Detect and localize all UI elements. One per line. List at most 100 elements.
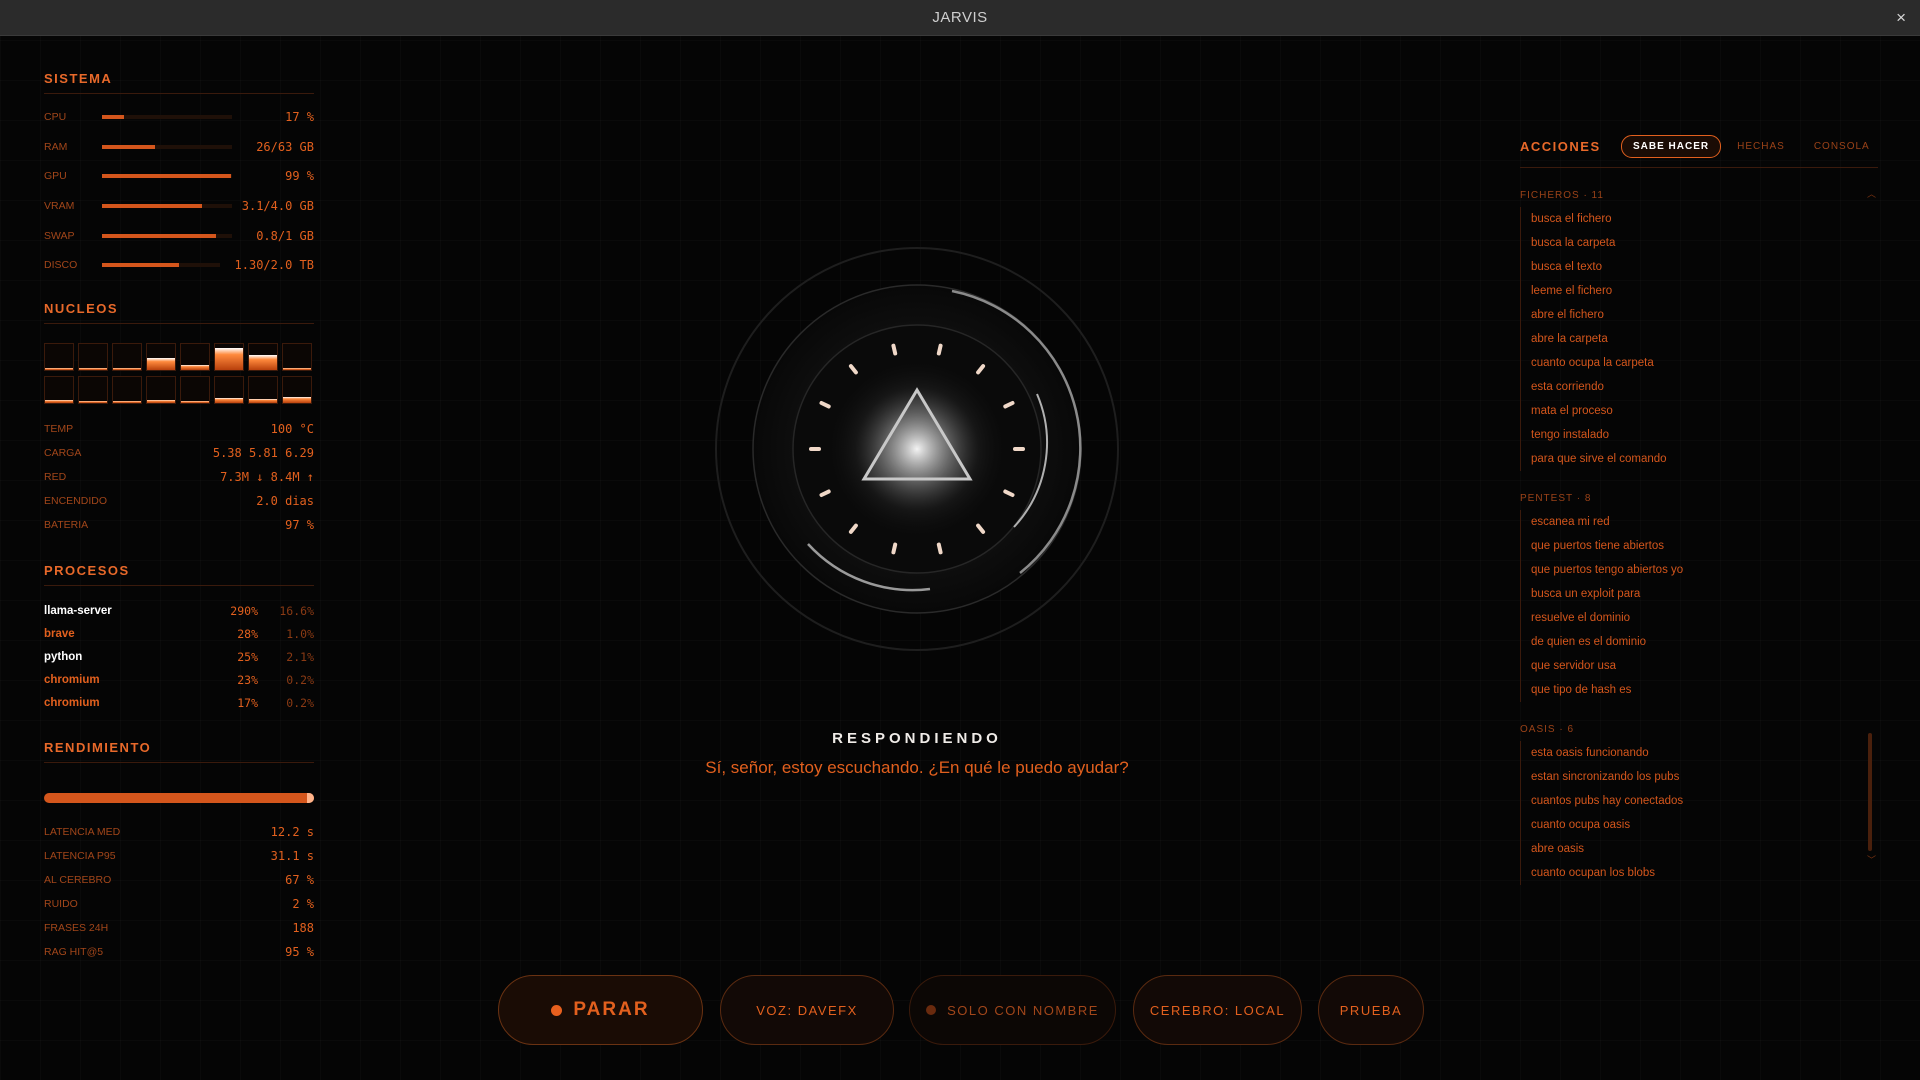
stat-row: ENCENDIDO 2.0 dias [44,489,314,513]
action-item[interactable]: de quien es el dominio [1531,630,1878,654]
voice-button[interactable]: VOZ: DAVEFX [720,975,894,1045]
action-item[interactable]: escanea mi red [1531,510,1878,534]
action-item[interactable]: cuanto ocupan los blobs [1531,861,1878,885]
core-load-fill [113,400,141,404]
metric-bar-fill [102,114,125,119]
process-row[interactable]: brave 28% 1.0% [44,622,314,645]
process-mem: 0.2% [286,695,314,710]
action-item[interactable]: cuanto ocupa oasis [1531,813,1878,837]
metric-value: 0.8/1 GB [256,228,314,243]
record-dot-icon [551,1004,563,1016]
action-group-title: PENTEST · 8 [1520,493,1592,504]
brain-button[interactable]: CEREBRO: LOCAL [1133,975,1302,1045]
action-item[interactable]: que servidor usa [1531,654,1878,678]
chevron-up-icon[interactable]: ︿ [1867,187,1876,200]
action-item[interactable]: busca un exploit para [1531,582,1878,606]
test-button[interactable]: PRUEBA [1318,975,1424,1045]
metric-bar-fill [102,263,179,268]
brain-button-label: CEREBRO: LOCAL [1149,1002,1286,1018]
core-load-fill [147,400,175,404]
process-mem: 0.2% [286,672,314,687]
metric-bar-fill [102,174,231,179]
action-item[interactable]: abre el fichero [1531,303,1878,327]
action-item[interactable]: esta oasis funcionando [1531,741,1878,765]
core-cell [112,343,142,372]
action-item[interactable]: para que sirve el comando [1531,447,1878,471]
orb-tick [891,343,898,356]
core-cell [112,376,142,405]
action-item[interactable]: abre oasis [1531,837,1878,861]
action-item[interactable]: esta corriendo [1531,375,1878,399]
action-item[interactable]: abre la carpeta [1531,327,1878,351]
stat-label: ENCENDIDO [44,495,108,508]
action-item[interactable]: resuelve el dominio [1531,606,1878,630]
action-item[interactable]: que puertos tengo abiertos yo [1531,558,1878,582]
stat-value: 12.2 s [270,825,314,840]
scrollbar[interactable] [1868,733,1872,851]
stat-row: AL CEREBRO 67 % [44,868,314,892]
chevron-down-icon[interactable]: ﹀ [1867,853,1876,866]
stop-button-label: PARAR [573,999,650,1020]
process-name: python [44,650,83,663]
action-item[interactable]: busca el texto [1531,255,1878,279]
core-cell [282,343,312,372]
process-name: chromium [44,696,100,709]
action-group-items: busca el fichero busca la carpeta busca el… [1520,207,1878,471]
name-only-toggle[interactable]: SOLO CON NOMBRE [909,975,1116,1045]
core-load-fill [45,400,73,404]
process-cpu: 28% [237,626,258,641]
metric-value: 1.30/2.0 TB [234,258,314,273]
metric-bar [102,203,232,208]
metric-label: RAM [44,140,68,153]
stat-value: 100 °C [270,422,314,437]
stop-button[interactable]: PARAR [498,975,703,1045]
stat-row: LATENCIA MED 12.2 s [44,820,314,844]
core-load-fill [113,367,141,371]
rendimiento-heading: RENDIMIENTO [44,740,314,764]
stat-row: RED 7.3M ↓ 8.4M ↑ [44,465,314,489]
action-groups: FICHEROS · 11 busca el fichero busca la ca… [1520,190,1878,885]
action-item[interactable]: estan sincronizando los pubs [1531,765,1878,789]
stat-label: RAG HIT@5 [44,946,104,959]
actions-header: ACCIONES SABE HACER HECHAS CONSOLA [1520,134,1878,158]
process-cpu: 25% [237,649,258,664]
stat-row: RAG HIT@5 95 % [44,940,314,964]
performance-stats: LATENCIA MED 12.2 s LATENCIA P95 31.1 s AL C… [44,820,314,964]
tab-consola[interactable]: CONSOLA [1814,141,1870,152]
stat-value: 67 % [285,873,314,888]
performance-bar-cap [307,793,314,804]
close-icon[interactable]: × [1896,8,1906,28]
stat-label: LATENCIA MED [44,826,121,839]
assistant-status: RESPONDIENDO [832,730,1002,747]
tab-hechas[interactable]: HECHAS [1737,141,1785,152]
core-load-fill [45,367,73,371]
actions-heading: ACCIONES [1520,138,1601,154]
process-row[interactable]: chromium 17% 0.2% [44,691,314,714]
stat-label: RUIDO [44,898,78,911]
process-row[interactable]: python 25% 2.1% [44,645,314,668]
tab-sabe-hacer[interactable]: SABE HACER [1621,134,1722,158]
action-item[interactable]: que puertos tiene abiertos [1531,534,1878,558]
process-name: chromium [44,673,100,686]
action-item[interactable]: cuantos pubs hay conectados [1531,789,1878,813]
action-item[interactable]: leeme el fichero [1531,279,1878,303]
core-load-fill [283,397,311,404]
action-item[interactable]: busca el fichero [1531,207,1878,231]
voice-button-label: VOZ: DAVEFX [756,1002,858,1018]
process-row[interactable]: llama-server 290% 16.6% [44,599,314,622]
action-item[interactable]: cuanto ocupa la carpeta [1531,351,1878,375]
action-item[interactable]: que tipo de hash es [1531,678,1878,702]
orb-tick [891,542,898,555]
process-row[interactable]: chromium 23% 0.2% [44,668,314,691]
test-button-label: PRUEBA [1339,1002,1403,1018]
metric-label: SWAP [44,229,75,242]
action-item[interactable]: busca la carpeta [1531,231,1878,255]
action-item[interactable]: tengo instalado [1531,423,1878,447]
metric-bar [102,263,220,268]
stat-value: 5.38 5.81 6.29 [212,446,314,461]
action-item[interactable]: mata el proceso [1531,399,1878,423]
stat-label: CARGA [44,447,82,460]
metric-row: SWAP 0.8/1 GB [44,221,314,251]
metric-value: 99 % [285,169,314,184]
process-mem: 16.6% [279,603,314,618]
